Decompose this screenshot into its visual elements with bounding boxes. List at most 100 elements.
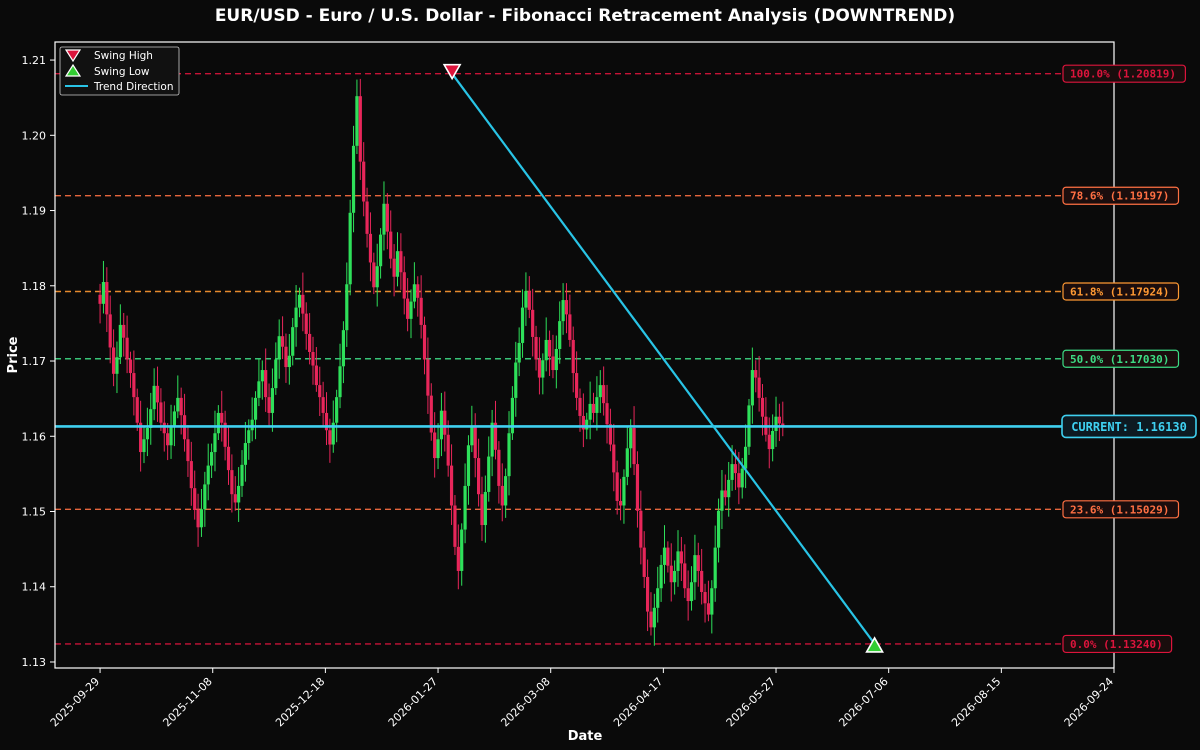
candle-body (216, 412, 220, 434)
candle-body (527, 291, 531, 310)
candle-body (186, 439, 190, 462)
candle-body (524, 291, 528, 308)
candle-body (544, 339, 548, 361)
candle-body (757, 377, 761, 398)
candle-body (257, 381, 261, 398)
candle-body (740, 468, 744, 488)
candle-body (149, 409, 153, 428)
candle-body (713, 547, 717, 589)
candle-body (105, 282, 109, 315)
y-tick-label: 1.19 (22, 205, 47, 218)
candle-body (514, 362, 518, 398)
candle-body (166, 433, 170, 446)
candle-body (490, 422, 494, 457)
candle-body (378, 234, 383, 267)
candle-body (111, 347, 116, 374)
legend-trend-label: Trend Direction (93, 81, 174, 93)
current-price-label: CURRENT: 1.16130 (1061, 414, 1197, 439)
candle-body (564, 300, 569, 315)
candle-body (537, 359, 542, 378)
candle-body (598, 385, 602, 398)
candle-body (362, 161, 366, 202)
candle-body (412, 284, 416, 302)
candle-body (676, 551, 680, 571)
y-tick-label: 1.14 (22, 581, 47, 594)
candle-body (382, 203, 386, 235)
candle-body (402, 272, 406, 299)
candle-body (155, 385, 160, 403)
chart: EUR/USD - Euro / U.S. Dollar - Fibonacci… (0, 0, 1200, 750)
candle-body (443, 410, 447, 435)
candle-body (226, 446, 231, 471)
candle-body (233, 494, 237, 503)
candle-body (301, 294, 305, 314)
candle-body (203, 484, 207, 510)
candle-body (230, 470, 234, 495)
candle-body (531, 309, 535, 337)
candle-body (673, 570, 677, 583)
candle-body (419, 297, 423, 325)
candle-body (696, 555, 700, 571)
candle-body (629, 427, 633, 449)
fib-label: 100.0% (1.20819) (1062, 64, 1187, 83)
candle-body (250, 419, 254, 431)
x-axis-label: Date (568, 729, 603, 744)
candle-body (267, 397, 271, 413)
candle-body (291, 327, 295, 356)
y-tick-label: 1.18 (22, 280, 47, 293)
candle-body (274, 359, 278, 389)
candle-body (645, 576, 650, 612)
candle-body (683, 563, 687, 589)
fib-label-text: 78.6% (1.19197) (1070, 190, 1169, 203)
candle-body (500, 485, 504, 506)
candle-body (328, 430, 332, 445)
candle-body (456, 546, 460, 571)
candle-body (348, 212, 352, 285)
candle-body (716, 510, 721, 548)
candle-body (284, 346, 288, 368)
candle-body (504, 476, 508, 506)
y-tick-label: 1.21 (22, 54, 47, 67)
candle-body (669, 565, 673, 583)
candle-body (287, 355, 291, 368)
candle-body (635, 464, 640, 511)
candle-body (162, 422, 166, 434)
candle-body (689, 582, 694, 602)
candle-body (578, 397, 582, 416)
y-tick-label: 1.15 (22, 506, 47, 519)
candle-body (304, 313, 308, 334)
candle-body (132, 373, 136, 398)
candle-body (642, 547, 646, 577)
candle-body (723, 490, 727, 498)
candle-body (318, 385, 322, 398)
candle-body (395, 251, 400, 277)
candle-body (693, 555, 697, 583)
candle-body (392, 258, 396, 277)
candle-body (558, 321, 562, 349)
candle-body (416, 284, 420, 298)
y-tick-label: 1.13 (22, 656, 47, 669)
candle-body (652, 607, 656, 628)
candle-body (152, 385, 156, 410)
candle-body (618, 500, 623, 506)
candle-body (439, 410, 444, 440)
candle-body (321, 397, 325, 413)
candle-body (595, 397, 599, 413)
candle-body (554, 348, 558, 371)
candle-body (615, 472, 619, 501)
candle-body (169, 427, 173, 446)
candle-body (253, 397, 258, 420)
candle-body (243, 443, 247, 465)
legend-swing-low-label: Swing Low (94, 66, 150, 78)
candle-body (487, 456, 491, 492)
candle-body (240, 464, 244, 486)
y-tick-label: 1.20 (22, 129, 47, 142)
fib-label-text: 50.0% (1.17030) (1070, 353, 1169, 366)
candle-body (399, 251, 403, 273)
candle-body (639, 510, 643, 548)
candle-body (277, 336, 281, 360)
candle-body (338, 366, 342, 398)
candle-body (477, 458, 481, 495)
candle-body (294, 307, 298, 328)
fib-label: 0.0% (1.13240) (1062, 634, 1173, 654)
